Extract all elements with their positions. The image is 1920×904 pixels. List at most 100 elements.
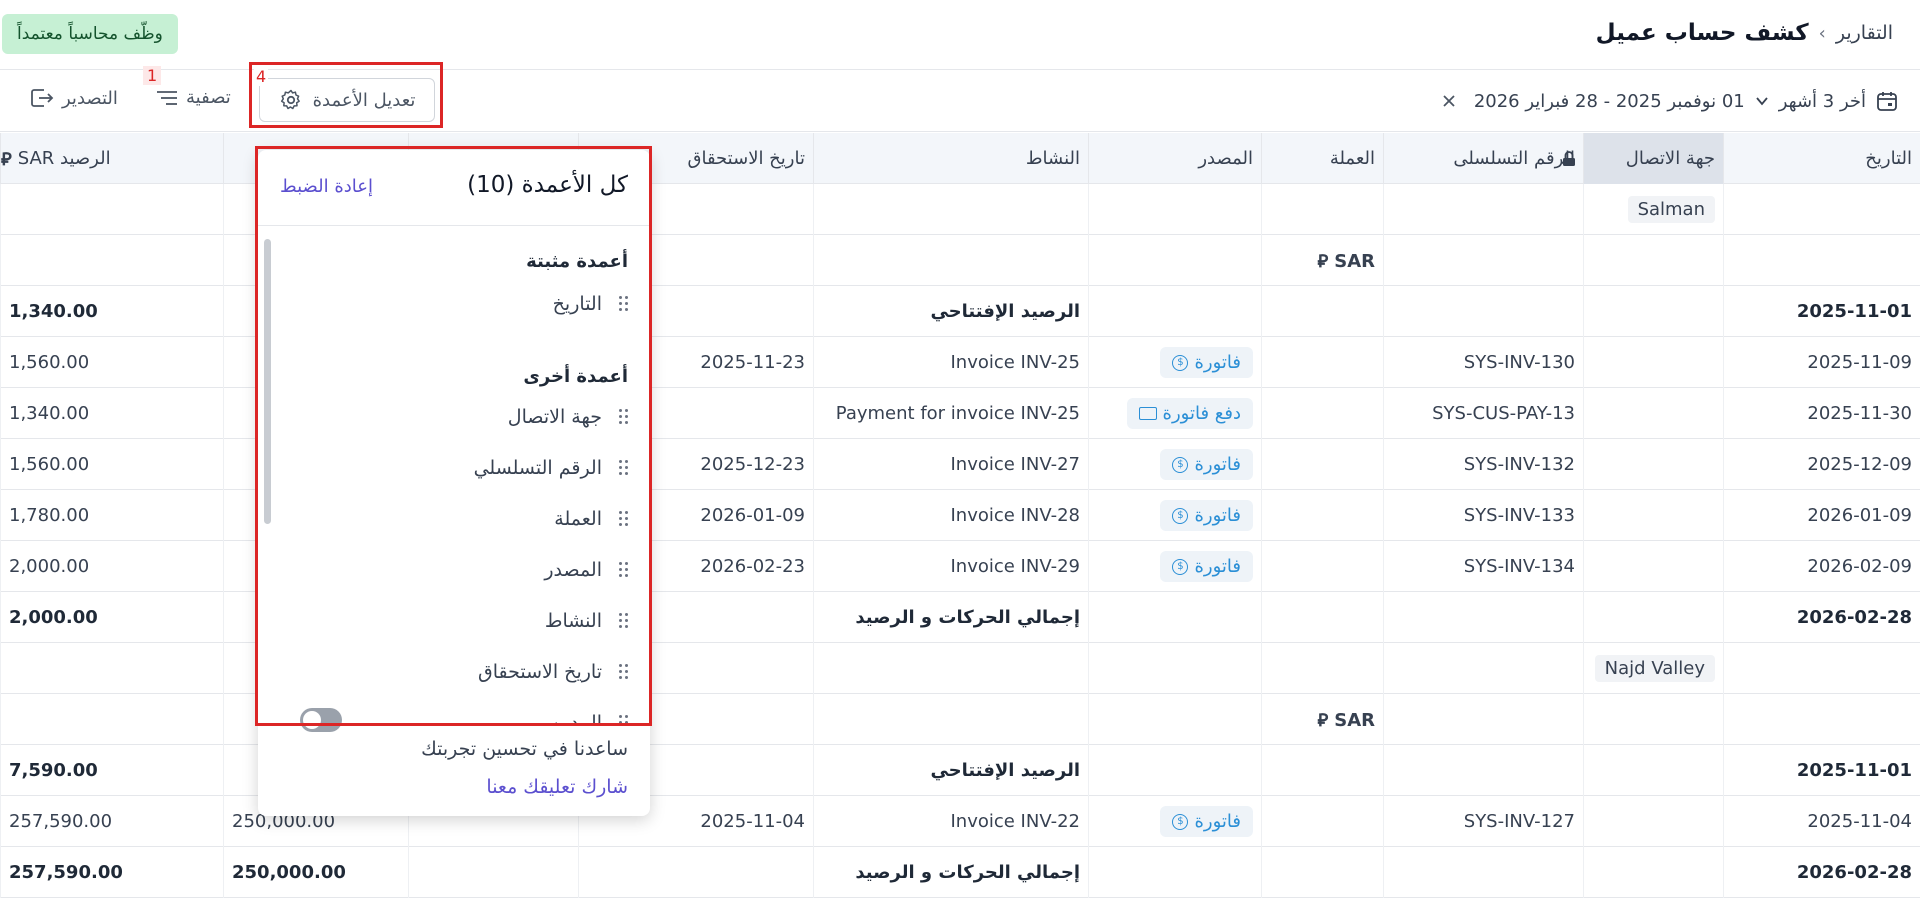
grid-cell	[1088, 286, 1261, 337]
grid-cell	[813, 643, 1088, 694]
drag-handle-icon[interactable]	[618, 664, 628, 680]
header-contact[interactable]: جهة الاتصال	[1563, 133, 1723, 184]
date-cell: 2025-11-01	[1723, 286, 1920, 337]
drag-handle-icon[interactable]	[618, 715, 628, 724]
date-range-filter[interactable]: أخر 3 أشهر 01 نوفمبر 2025 - 28 فبراير 20…	[1442, 83, 1898, 119]
currency-code: SAR	[1334, 251, 1375, 272]
currency-cell: SAR⃁	[1261, 694, 1383, 745]
close-icon[interactable]	[1442, 94, 1456, 108]
contact-group-tag[interactable]: Salman	[1627, 196, 1715, 223]
grid-cell	[408, 847, 578, 898]
source-badge[interactable]: دفع فاتورة	[1126, 398, 1253, 429]
source-cell: فاتورة $	[1088, 490, 1261, 541]
balance-cell: 1,780.00	[0, 490, 223, 541]
grid-cell	[1383, 235, 1583, 286]
contact-group-tag[interactable]: Najd Valley	[1594, 655, 1715, 682]
drag-handle-icon[interactable]	[618, 613, 628, 629]
column-item-label: الرقم التسلسلي	[473, 457, 602, 479]
grid-cell	[1383, 184, 1583, 235]
export-button[interactable]: التصدير	[30, 87, 118, 109]
drag-handle-icon[interactable]	[618, 562, 628, 578]
grid-cell	[1583, 541, 1723, 592]
header-activity[interactable]: النشاط	[813, 133, 1088, 184]
edit-columns-button[interactable]: تعديل الأعمدة	[259, 78, 435, 122]
column-item[interactable]: الرقم التسلسلي	[288, 448, 628, 488]
header-source[interactable]: المصدر	[1088, 133, 1261, 184]
grid-cell	[1583, 592, 1723, 643]
popover-scrollbar[interactable]	[264, 239, 271, 524]
grid-cell	[1583, 337, 1723, 388]
header-currency[interactable]: العملة	[1261, 133, 1383, 184]
grid-cell	[1723, 184, 1920, 235]
drag-handle-icon[interactable]	[618, 296, 628, 312]
header-date[interactable]: التاريخ	[1723, 133, 1920, 184]
balance-cell: 2,000.00	[0, 592, 223, 643]
grid-cell	[1383, 592, 1583, 643]
grid-cell	[1383, 694, 1583, 745]
source-badge[interactable]: فاتورة $	[1160, 500, 1253, 531]
filter-count-badge: 1	[143, 66, 162, 85]
chevron-left-icon: ›	[1818, 22, 1826, 44]
invoice-dollar-icon: $	[1172, 456, 1189, 473]
grid-cell	[1383, 847, 1583, 898]
drag-handle-icon[interactable]	[618, 460, 628, 476]
date-cell: 2025-11-04	[1723, 796, 1920, 847]
filter-button[interactable]: تصفية	[156, 87, 231, 108]
activity-cell: Invoice INV-25	[813, 337, 1088, 388]
serial-cell: SYS-INV-130	[1383, 337, 1583, 388]
column-item-label: النشاط	[544, 610, 602, 632]
serial-cell: SYS-INV-133	[1383, 490, 1583, 541]
grid-cell	[1261, 490, 1383, 541]
activity-cell: Invoice INV-27	[813, 439, 1088, 490]
source-label: فاتورة	[1194, 811, 1241, 832]
invoice-dollar-icon: $	[1172, 813, 1189, 830]
grid-cell	[1723, 643, 1920, 694]
contact-cell: Najd Valley	[1583, 643, 1723, 694]
date-cell: 2025-12-09	[1723, 439, 1920, 490]
grid-cell	[1261, 796, 1383, 847]
column-item[interactable]: العملة	[288, 499, 628, 539]
source-badge[interactable]: فاتورة $	[1160, 347, 1253, 378]
column-item[interactable]: التاريخ	[288, 284, 628, 324]
chevron-down-icon[interactable]	[1755, 94, 1769, 108]
source-label: دفع فاتورة	[1162, 403, 1241, 424]
date-cell: 2026-02-28	[1723, 847, 1920, 898]
grid-cell	[1583, 388, 1723, 439]
breadcrumb-reports-link[interactable]: التقارير	[1836, 22, 1893, 44]
source-label: فاتورة	[1194, 454, 1241, 475]
sar-currency-icon: ⃁	[1317, 710, 1329, 731]
header-serial[interactable]: الرقم التسلسلى	[1383, 133, 1583, 184]
drag-handle-icon[interactable]	[618, 409, 628, 425]
source-badge[interactable]: فاتورة $	[1160, 806, 1253, 837]
grid-cell	[1261, 184, 1383, 235]
hire-accountant-button[interactable]: وظّف محاسباً معتمداً	[2, 14, 178, 54]
column-item-label: تاريخ الاستحقاق	[477, 661, 602, 683]
source-badge[interactable]: فاتورة $	[1160, 449, 1253, 480]
page-header: التقارير › كشف حساب عميل وظّف محاسباً مع…	[0, 0, 1920, 70]
header-balance[interactable]: الرصيد SAR ⃁	[0, 133, 223, 184]
columns-popover: كل الأعمدة (10) إعادة الضبط أعمدة مثبتة …	[258, 150, 650, 816]
balance-cell: 1,560.00	[0, 439, 223, 490]
date-preset-label[interactable]: أخر 3 أشهر	[1779, 91, 1866, 112]
grid-cell	[0, 235, 223, 286]
column-item[interactable]: تاريخ الاستحقاق	[288, 652, 628, 692]
grid-cell	[1583, 235, 1723, 286]
grid-cell	[1088, 745, 1261, 796]
grid-cell	[1723, 694, 1920, 745]
popover-title: كل الأعمدة (10)	[467, 172, 628, 198]
feedback-link[interactable]: شارك تعليقك معنا	[486, 776, 628, 798]
column-item[interactable]: جهة الاتصال	[288, 397, 628, 437]
invoice-dollar-icon: $	[1172, 558, 1189, 575]
grid-cell	[1088, 592, 1261, 643]
source-cell: فاتورة $	[1088, 337, 1261, 388]
column-item[interactable]: النشاط	[288, 601, 628, 641]
grid-cell	[1261, 337, 1383, 388]
reset-columns-link[interactable]: إعادة الضبط	[280, 176, 373, 197]
source-badge[interactable]: فاتورة $	[1160, 551, 1253, 582]
column-item[interactable]: المصدر	[288, 550, 628, 590]
activity-cell: Payment for invoice INV-25	[813, 388, 1088, 439]
pinned-columns-label: أعمدة مثبتة	[526, 251, 628, 272]
grid-cell	[1383, 745, 1583, 796]
drag-handle-icon[interactable]	[618, 511, 628, 527]
source-label: فاتورة	[1194, 505, 1241, 526]
